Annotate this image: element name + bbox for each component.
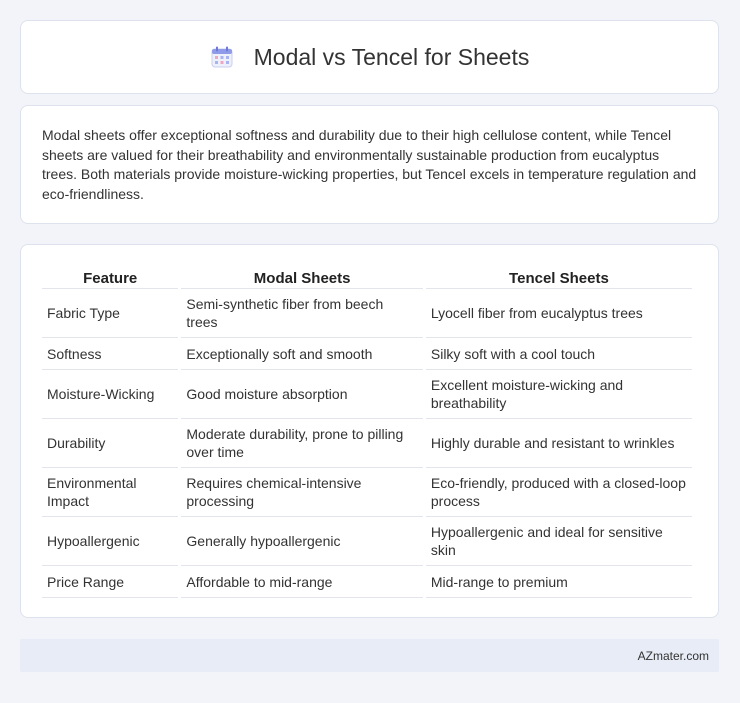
table-row: Hypoallergenic Generally hypoallergenic … <box>42 517 692 566</box>
comparison-table: Feature Modal Sheets Tencel Sheets Fabri… <box>39 265 695 598</box>
row-tencel: Mid-range to premium <box>425 566 692 598</box>
row-tencel: Excellent moisture-wicking and breathabi… <box>425 370 692 419</box>
table-header-row: Feature Modal Sheets Tencel Sheets <box>42 265 692 289</box>
header-feature: Feature <box>42 265 179 289</box>
row-modal: Affordable to mid-range <box>181 566 423 598</box>
row-feature: Softness <box>42 338 179 370</box>
comparison-table-card: Feature Modal Sheets Tencel Sheets Fabri… <box>20 244 719 618</box>
row-modal: Moderate durability, prone to pilling ov… <box>181 419 423 468</box>
row-feature: Hypoallergenic <box>42 517 179 566</box>
title-card: Modal vs Tencel for Sheets <box>20 20 719 94</box>
row-tencel: Lyocell fiber from eucalyptus trees <box>425 289 692 338</box>
row-modal: Semi-synthetic fiber from beech trees <box>181 289 423 338</box>
row-feature: Moisture-Wicking <box>42 370 179 419</box>
footer: AZmater.com <box>20 639 719 672</box>
row-feature: Durability <box>42 419 179 468</box>
row-modal: Good moisture absorption <box>181 370 423 419</box>
row-tencel: Hypoallergenic and ideal for sensitive s… <box>425 517 692 566</box>
row-tencel: Silky soft with a cool touch <box>425 338 692 370</box>
row-feature: Fabric Type <box>42 289 179 338</box>
table-row: Fabric Type Semi-synthetic fiber from be… <box>42 289 692 338</box>
row-tencel: Eco-friendly, produced with a closed-loo… <box>425 468 692 517</box>
row-modal: Requires chemical-intensive processing <box>181 468 423 517</box>
table-row: Environmental Impact Requires chemical-i… <box>42 468 692 517</box>
summary-text: Modal sheets offer exceptional softness … <box>42 127 697 202</box>
header-modal: Modal Sheets <box>181 265 423 289</box>
row-modal: Generally hypoallergenic <box>181 517 423 566</box>
table-row: Durability Moderate durability, prone to… <box>42 419 692 468</box>
row-feature: Environmental Impact <box>42 468 179 517</box>
row-tencel: Highly durable and resistant to wrinkles <box>425 419 692 468</box>
table-row: Moisture-Wicking Good moisture absorptio… <box>42 370 692 419</box>
calendar-icon <box>210 45 234 69</box>
footer-brand: AZmater.com <box>637 648 709 663</box>
row-feature: Price Range <box>42 566 179 598</box>
row-modal: Exceptionally soft and smooth <box>181 338 423 370</box>
header-tencel: Tencel Sheets <box>425 265 692 289</box>
summary-card: Modal sheets offer exceptional softness … <box>20 105 719 224</box>
table-row: Price Range Affordable to mid-range Mid-… <box>42 566 692 598</box>
table-row: Softness Exceptionally soft and smooth S… <box>42 338 692 370</box>
page-title: Modal vs Tencel for Sheets <box>253 43 530 70</box>
